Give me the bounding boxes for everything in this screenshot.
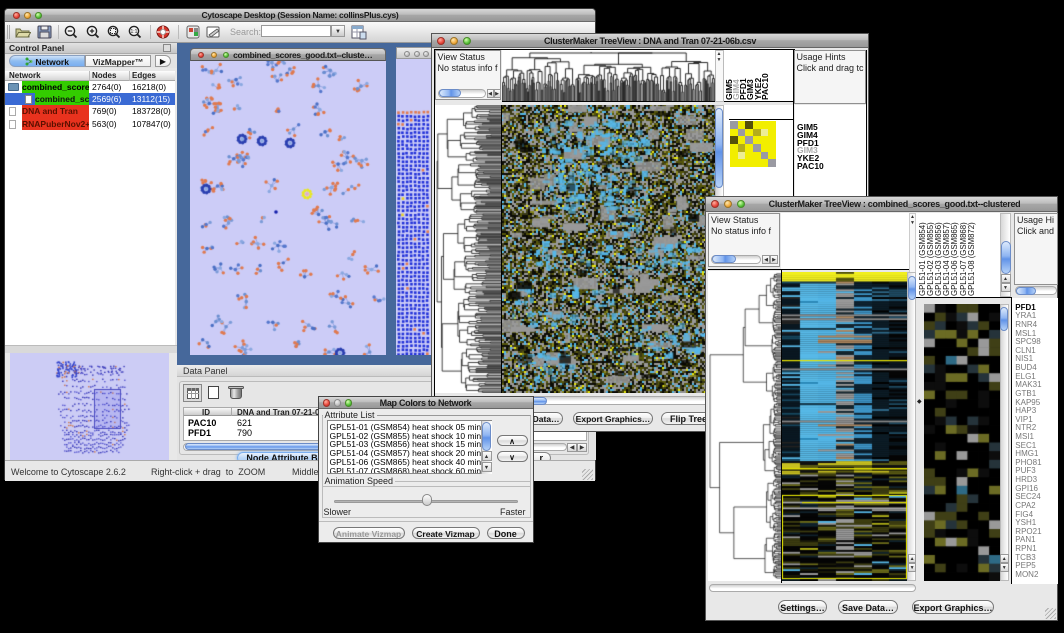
svg-text:1:1: 1:1 [131,29,138,35]
